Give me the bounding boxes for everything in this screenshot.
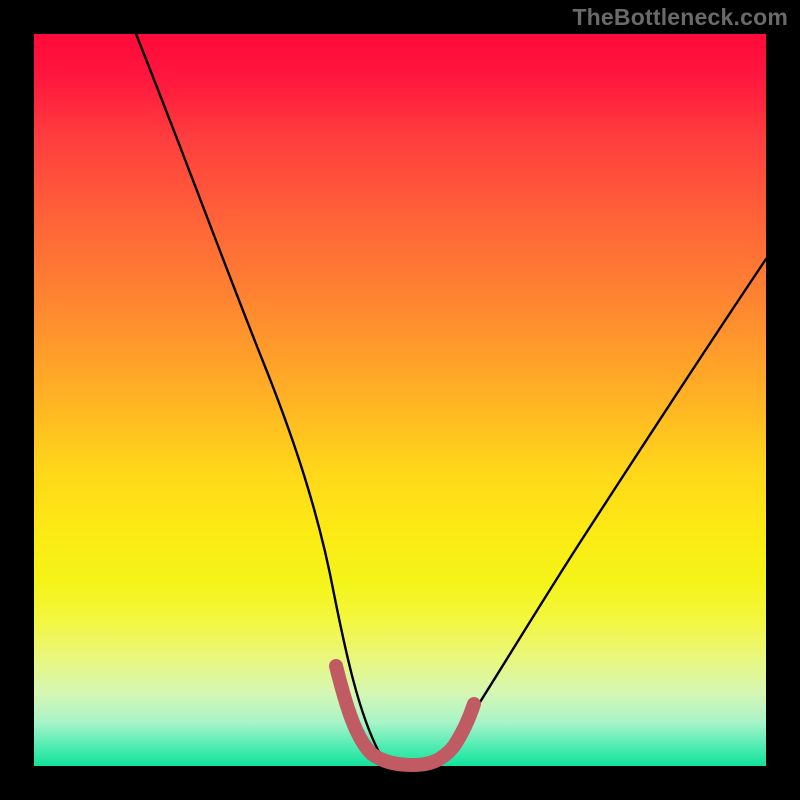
plot-area [34,34,766,766]
main-curve [136,34,766,764]
watermark-text: TheBottleneck.com [572,4,788,31]
highlight-band [336,666,474,765]
curve-layer [34,34,766,766]
chart-frame: TheBottleneck.com [0,0,800,800]
